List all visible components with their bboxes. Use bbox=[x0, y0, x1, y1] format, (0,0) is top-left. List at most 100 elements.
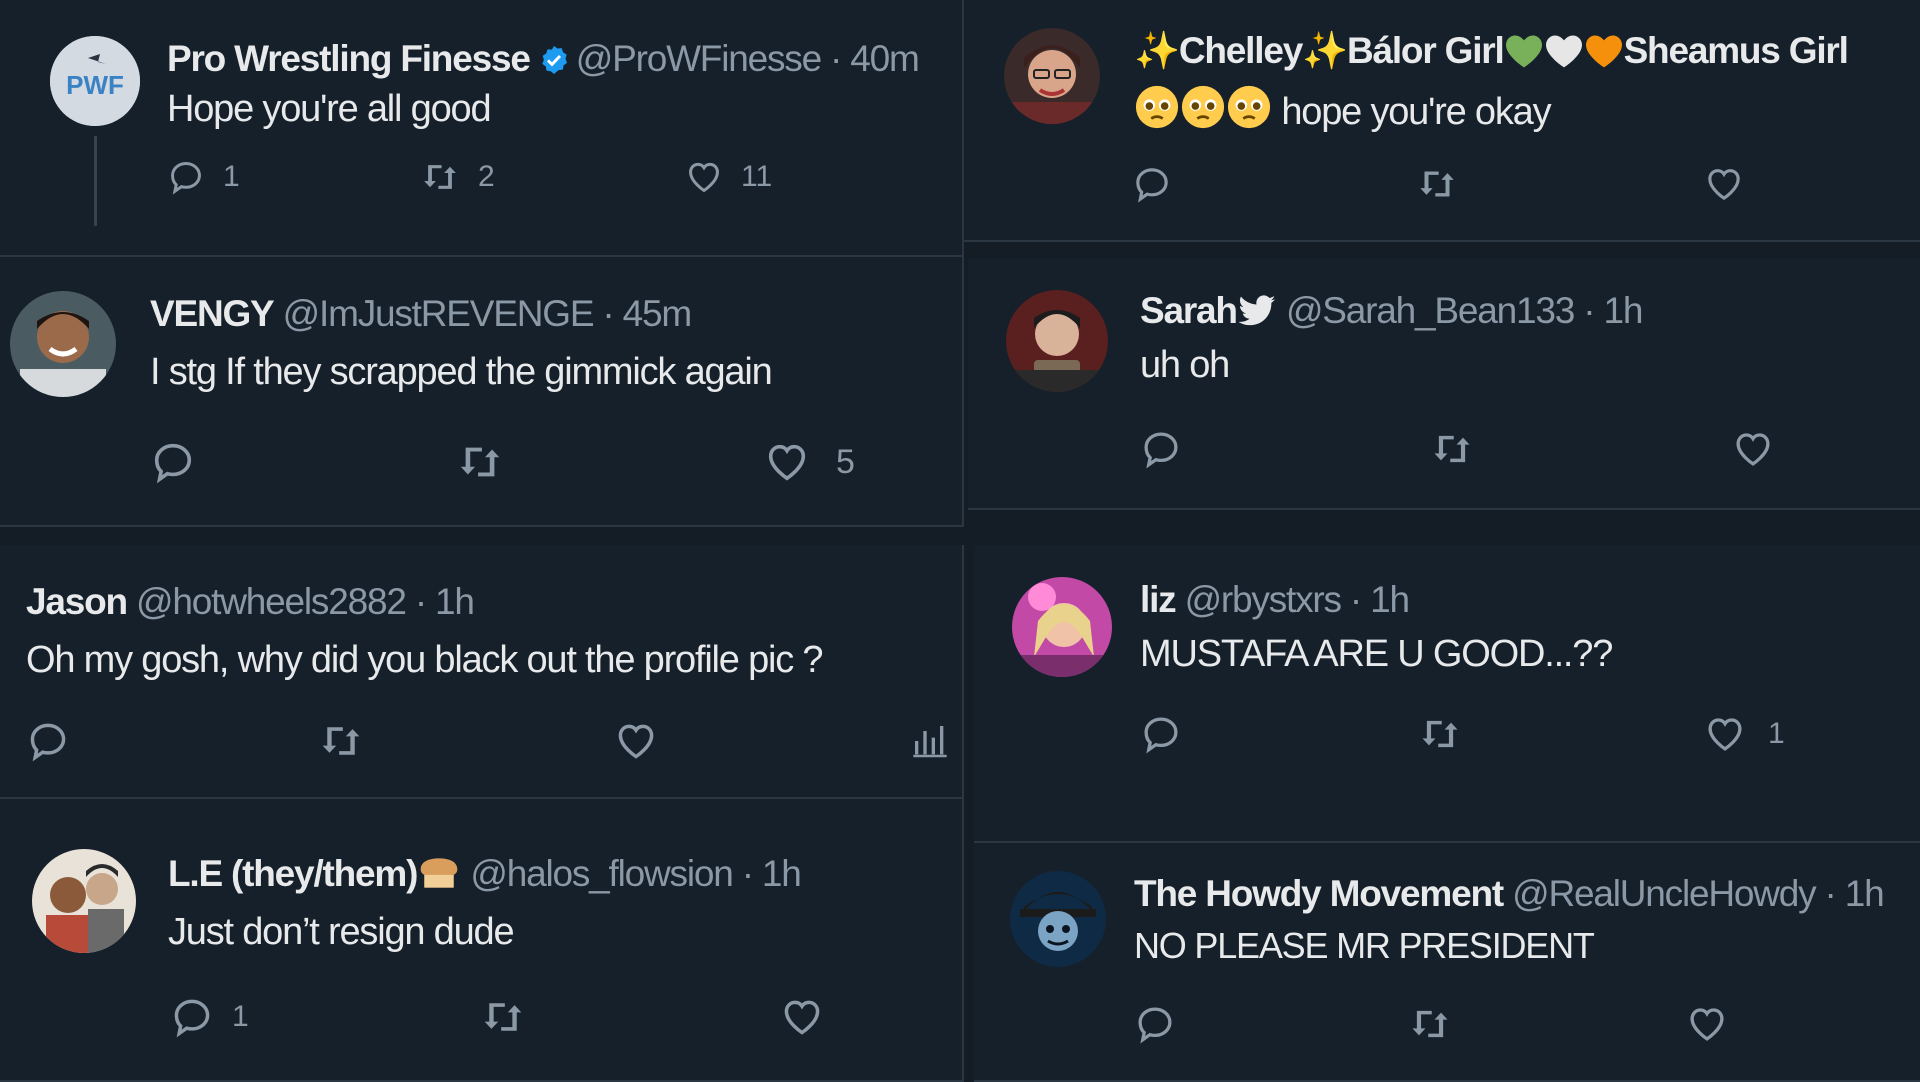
tweet-header: ✨Chelley✨Bálor Girl Sheamus Girl bbox=[1134, 30, 1849, 78]
like-button[interactable]: 5 bbox=[764, 439, 855, 485]
like-button[interactable] bbox=[1686, 1003, 1728, 1045]
reply-count: 1 bbox=[223, 160, 240, 193]
retweet-button[interactable] bbox=[1418, 713, 1462, 755]
tweet-card[interactable]: liz @rbystxrs · 1h MUSTAFA ARE U GOOD...… bbox=[974, 545, 1920, 843]
handle[interactable]: @ProWFinesse bbox=[576, 38, 822, 79]
reply-button[interactable] bbox=[1134, 1003, 1176, 1045]
display-name[interactable]: Pro Wrestling Finesse bbox=[167, 38, 531, 79]
retweet-count: 2 bbox=[478, 160, 495, 193]
avatar[interactable] bbox=[1006, 290, 1108, 392]
views-button[interactable] bbox=[910, 721, 950, 761]
retweet-button[interactable] bbox=[318, 719, 364, 763]
tweet-card[interactable]: VENGY @ImJustREVENGE · 45m I stg If they… bbox=[0, 257, 964, 527]
display-name[interactable]: L.E (they/them) bbox=[168, 853, 418, 894]
retweet-button[interactable] bbox=[1430, 428, 1474, 470]
tweet-text-content: hope you're okay bbox=[1281, 91, 1551, 133]
heart-icon bbox=[1708, 718, 1742, 751]
avatar[interactable] bbox=[1012, 577, 1112, 677]
handle[interactable]: @hotwheels2882 bbox=[136, 581, 407, 622]
like-button[interactable]: 11 bbox=[685, 158, 772, 196]
reply-button[interactable]: 1 bbox=[167, 158, 240, 196]
retweet-button[interactable]: 2 bbox=[420, 158, 495, 196]
verified-badge-icon bbox=[538, 43, 570, 85]
handle[interactable]: @Sarah_Bean133 bbox=[1286, 290, 1575, 331]
avatar[interactable] bbox=[10, 291, 116, 397]
tweet-card[interactable]: ✨Chelley✨Bálor Girl Sheamus Girl hope you… bbox=[964, 0, 1920, 242]
tweet-card[interactable]: Jason @hotwheels2882 · 1h Oh my gosh, wh… bbox=[0, 545, 964, 799]
thread-line bbox=[94, 136, 97, 226]
separator: · bbox=[1349, 579, 1362, 620]
tweet-header: Jason @hotwheels2882 · 1h bbox=[26, 581, 475, 623]
heart-icon bbox=[1708, 169, 1740, 201]
reply-button[interactable] bbox=[150, 439, 196, 485]
display-name[interactable]: ✨Chelley✨Bálor Girl Sheamus Girl bbox=[1134, 30, 1849, 71]
like-button[interactable] bbox=[614, 719, 658, 763]
avatar[interactable] bbox=[32, 849, 136, 953]
tweet-card[interactable]: The Howdy Movement @RealUncleHowdy · 1h … bbox=[974, 843, 1920, 1082]
pleading-face-icon bbox=[1134, 84, 1180, 140]
bird-icon bbox=[1237, 295, 1277, 338]
heart-icon bbox=[1736, 433, 1770, 466]
green-heart-icon bbox=[1504, 33, 1544, 78]
separator: · bbox=[1583, 290, 1595, 331]
timestamp[interactable]: 1h bbox=[762, 853, 802, 894]
separator: · bbox=[830, 38, 842, 79]
tweet-text: hope you're okay bbox=[1134, 84, 1552, 140]
timestamp[interactable]: 1h bbox=[1603, 290, 1643, 331]
timestamp[interactable]: 45m bbox=[623, 293, 693, 334]
tweet-text: uh oh bbox=[1140, 344, 1230, 386]
retweet-icon bbox=[484, 1003, 522, 1031]
reply-icon bbox=[1144, 717, 1178, 754]
tweet-header: L.E (they/them) @halos_flowsion · 1h bbox=[168, 853, 802, 901]
tweet-text: Oh my gosh, why did you black out the pr… bbox=[26, 639, 824, 681]
like-button[interactable]: 1 bbox=[1704, 713, 1785, 755]
display-name[interactable]: Jason bbox=[26, 581, 128, 622]
timestamp[interactable]: 1h bbox=[435, 581, 475, 622]
timestamp[interactable]: 40m bbox=[850, 38, 920, 79]
like-button[interactable] bbox=[780, 995, 824, 1039]
bread-icon bbox=[417, 854, 461, 901]
avatar[interactable]: PWF bbox=[50, 36, 140, 126]
retweet-button[interactable] bbox=[1408, 1003, 1452, 1045]
timestamp[interactable]: 1h bbox=[1370, 579, 1410, 620]
handle[interactable]: @rbystxrs bbox=[1185, 579, 1342, 620]
reply-button[interactable] bbox=[26, 719, 70, 763]
reply-button[interactable] bbox=[1140, 428, 1182, 470]
tweet-card[interactable]: L.E (they/them) @halos_flowsion · 1h Jus… bbox=[0, 799, 964, 1082]
heart-icon bbox=[784, 1000, 820, 1035]
heart-icon bbox=[1690, 1008, 1724, 1041]
reply-icon bbox=[1138, 1007, 1172, 1044]
tweet-card[interactable]: PWF Pro Wrestling Finesse @ProWFinesse · … bbox=[0, 0, 964, 257]
handle[interactable]: @halos_flowsion bbox=[470, 853, 733, 894]
timestamp[interactable]: 1h bbox=[1845, 873, 1885, 914]
handle[interactable]: @RealUncleHowdy bbox=[1512, 873, 1817, 914]
reply-icon bbox=[171, 162, 201, 195]
reply-button[interactable] bbox=[1132, 164, 1172, 204]
tweet-header: liz @rbystxrs · 1h bbox=[1140, 579, 1410, 621]
retweet-icon bbox=[1420, 171, 1454, 197]
tweet-text: Just don’t resign dude bbox=[168, 911, 515, 953]
retweet-icon bbox=[460, 447, 500, 477]
handle[interactable]: @ImJustREVENGE bbox=[283, 293, 595, 334]
tweet-text: Hope you're all good bbox=[167, 88, 492, 130]
heart-icon bbox=[689, 162, 719, 193]
avatar[interactable] bbox=[1004, 28, 1100, 124]
display-name[interactable]: VENGY bbox=[150, 293, 275, 334]
retweet-button[interactable] bbox=[456, 439, 504, 485]
like-button[interactable] bbox=[1732, 428, 1774, 470]
retweet-button[interactable] bbox=[1416, 164, 1458, 204]
tweet-card[interactable]: Sarah @Sarah_Bean133 · 1h uh oh bbox=[968, 258, 1920, 510]
avatar[interactable] bbox=[1010, 871, 1106, 967]
retweet-icon bbox=[424, 165, 456, 189]
display-name[interactable]: liz bbox=[1140, 579, 1177, 620]
retweet-button[interactable] bbox=[480, 995, 526, 1039]
reply-button[interactable] bbox=[1140, 713, 1182, 755]
display-name[interactable]: Sarah bbox=[1140, 290, 1238, 331]
display-name[interactable]: The Howdy Movement bbox=[1134, 873, 1504, 914]
orange-heart-icon bbox=[1584, 33, 1624, 78]
pleading-face-icon bbox=[1226, 84, 1272, 140]
reply-button[interactable]: 1 bbox=[170, 995, 249, 1039]
like-button[interactable] bbox=[1704, 164, 1744, 204]
reply-icon bbox=[174, 999, 210, 1038]
reply-icon bbox=[1136, 168, 1168, 203]
